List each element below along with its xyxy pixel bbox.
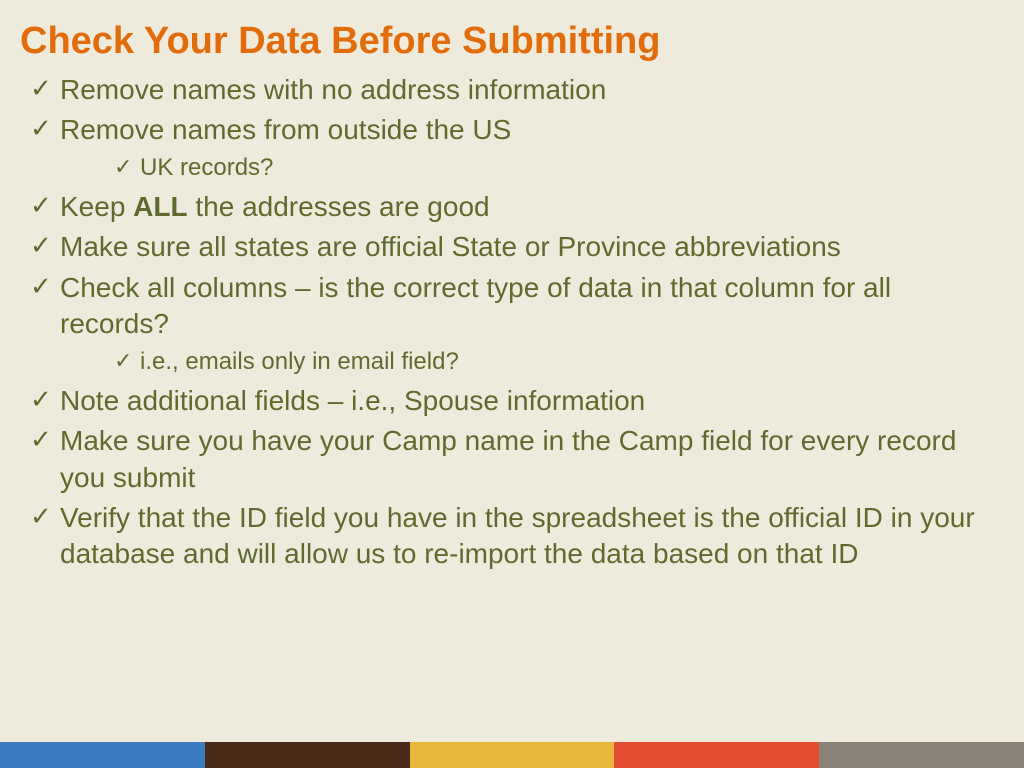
list-item: Make sure you have your Camp name in the… bbox=[20, 423, 1004, 496]
stripe-segment bbox=[0, 742, 205, 768]
sub-item: UK records? bbox=[60, 152, 1004, 184]
list-item: Remove names with no address information bbox=[20, 72, 1004, 108]
item-text: Verify that the ID field you have in the… bbox=[60, 502, 975, 569]
stripe-segment bbox=[819, 742, 1024, 768]
item-bold: ALL bbox=[133, 191, 187, 222]
list-item: Check all columns – is the correct type … bbox=[20, 270, 1004, 379]
stripe-segment bbox=[205, 742, 410, 768]
slide-title: Check Your Data Before Submitting bbox=[20, 20, 1004, 64]
item-text: Make sure all states are official State … bbox=[60, 231, 841, 262]
list-item: Verify that the ID field you have in the… bbox=[20, 500, 1004, 573]
item-text: Note additional fields – i.e., Spouse in… bbox=[60, 385, 645, 416]
checklist: Remove names with no address information… bbox=[20, 72, 1004, 573]
item-text: Remove names from outside the US bbox=[60, 114, 511, 145]
item-text: Check all columns – is the correct type … bbox=[60, 272, 891, 339]
sub-list: UK records? bbox=[60, 152, 1004, 184]
list-item: Note additional fields – i.e., Spouse in… bbox=[20, 383, 1004, 419]
item-prefix: Keep bbox=[60, 191, 133, 222]
list-item: Remove names from outside the US UK reco… bbox=[20, 112, 1004, 185]
footer-stripe bbox=[0, 742, 1024, 768]
sub-list: i.e., emails only in email field? bbox=[60, 346, 1004, 378]
stripe-segment bbox=[614, 742, 819, 768]
item-text: Make sure you have your Camp name in the… bbox=[60, 425, 956, 492]
slide: Check Your Data Before Submitting Remove… bbox=[0, 0, 1024, 768]
sub-item: i.e., emails only in email field? bbox=[60, 346, 1004, 378]
list-item: Keep ALL the addresses are good bbox=[20, 189, 1004, 225]
list-item: Make sure all states are official State … bbox=[20, 229, 1004, 265]
item-suffix: the addresses are good bbox=[188, 191, 490, 222]
stripe-segment bbox=[410, 742, 615, 768]
item-text: Remove names with no address information bbox=[60, 74, 606, 105]
